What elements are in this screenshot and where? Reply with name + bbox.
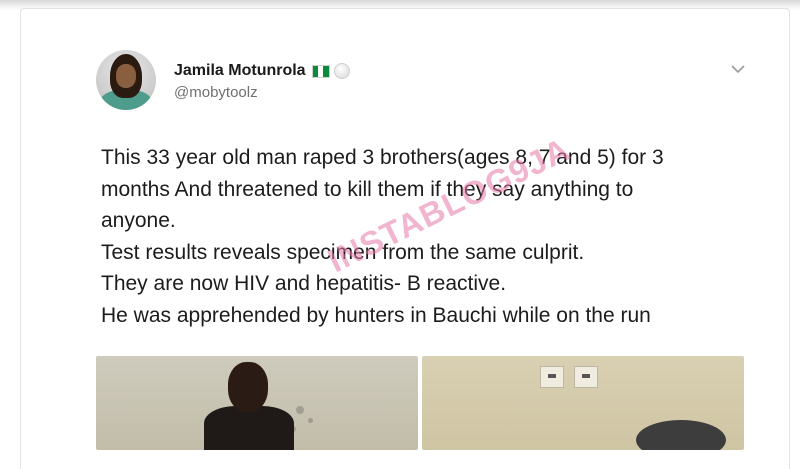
tweet-photo[interactable] <box>422 356 744 450</box>
tweet-line: This 33 year old man raped 3 brothers(ag… <box>101 146 664 169</box>
tweet-media <box>96 356 744 450</box>
dark-object <box>636 420 726 450</box>
person-head <box>228 362 268 412</box>
wall-socket <box>574 366 598 388</box>
author-name[interactable]: Jamila Motunrola <box>174 62 306 80</box>
tweet-text: This 33 year old man raped 3 brothers(ag… <box>101 142 761 331</box>
circle-emoji-icon <box>333 63 350 79</box>
wall-socket <box>540 366 564 388</box>
avatar-face <box>116 64 136 88</box>
author-row: Jamila Motunrola <box>174 61 350 81</box>
nigeria-flag-icon <box>311 64 330 78</box>
avatar[interactable] <box>96 50 156 110</box>
author-handle[interactable]: @mobytoolz <box>174 84 258 101</box>
wall-mark <box>296 406 304 414</box>
tweet-line: Test results reveals specimen from the s… <box>101 240 585 264</box>
tweet-menu-button[interactable] <box>729 62 747 76</box>
chevron-down-icon <box>731 64 745 73</box>
person-figure <box>204 406 294 450</box>
tweet-line: They are now HIV and hepatitis- B reacti… <box>101 272 507 295</box>
tweet-photo[interactable] <box>96 356 418 450</box>
wall-mark <box>308 418 313 423</box>
tweet-line: He was apprehended by hunters in Bauchi … <box>101 303 651 327</box>
